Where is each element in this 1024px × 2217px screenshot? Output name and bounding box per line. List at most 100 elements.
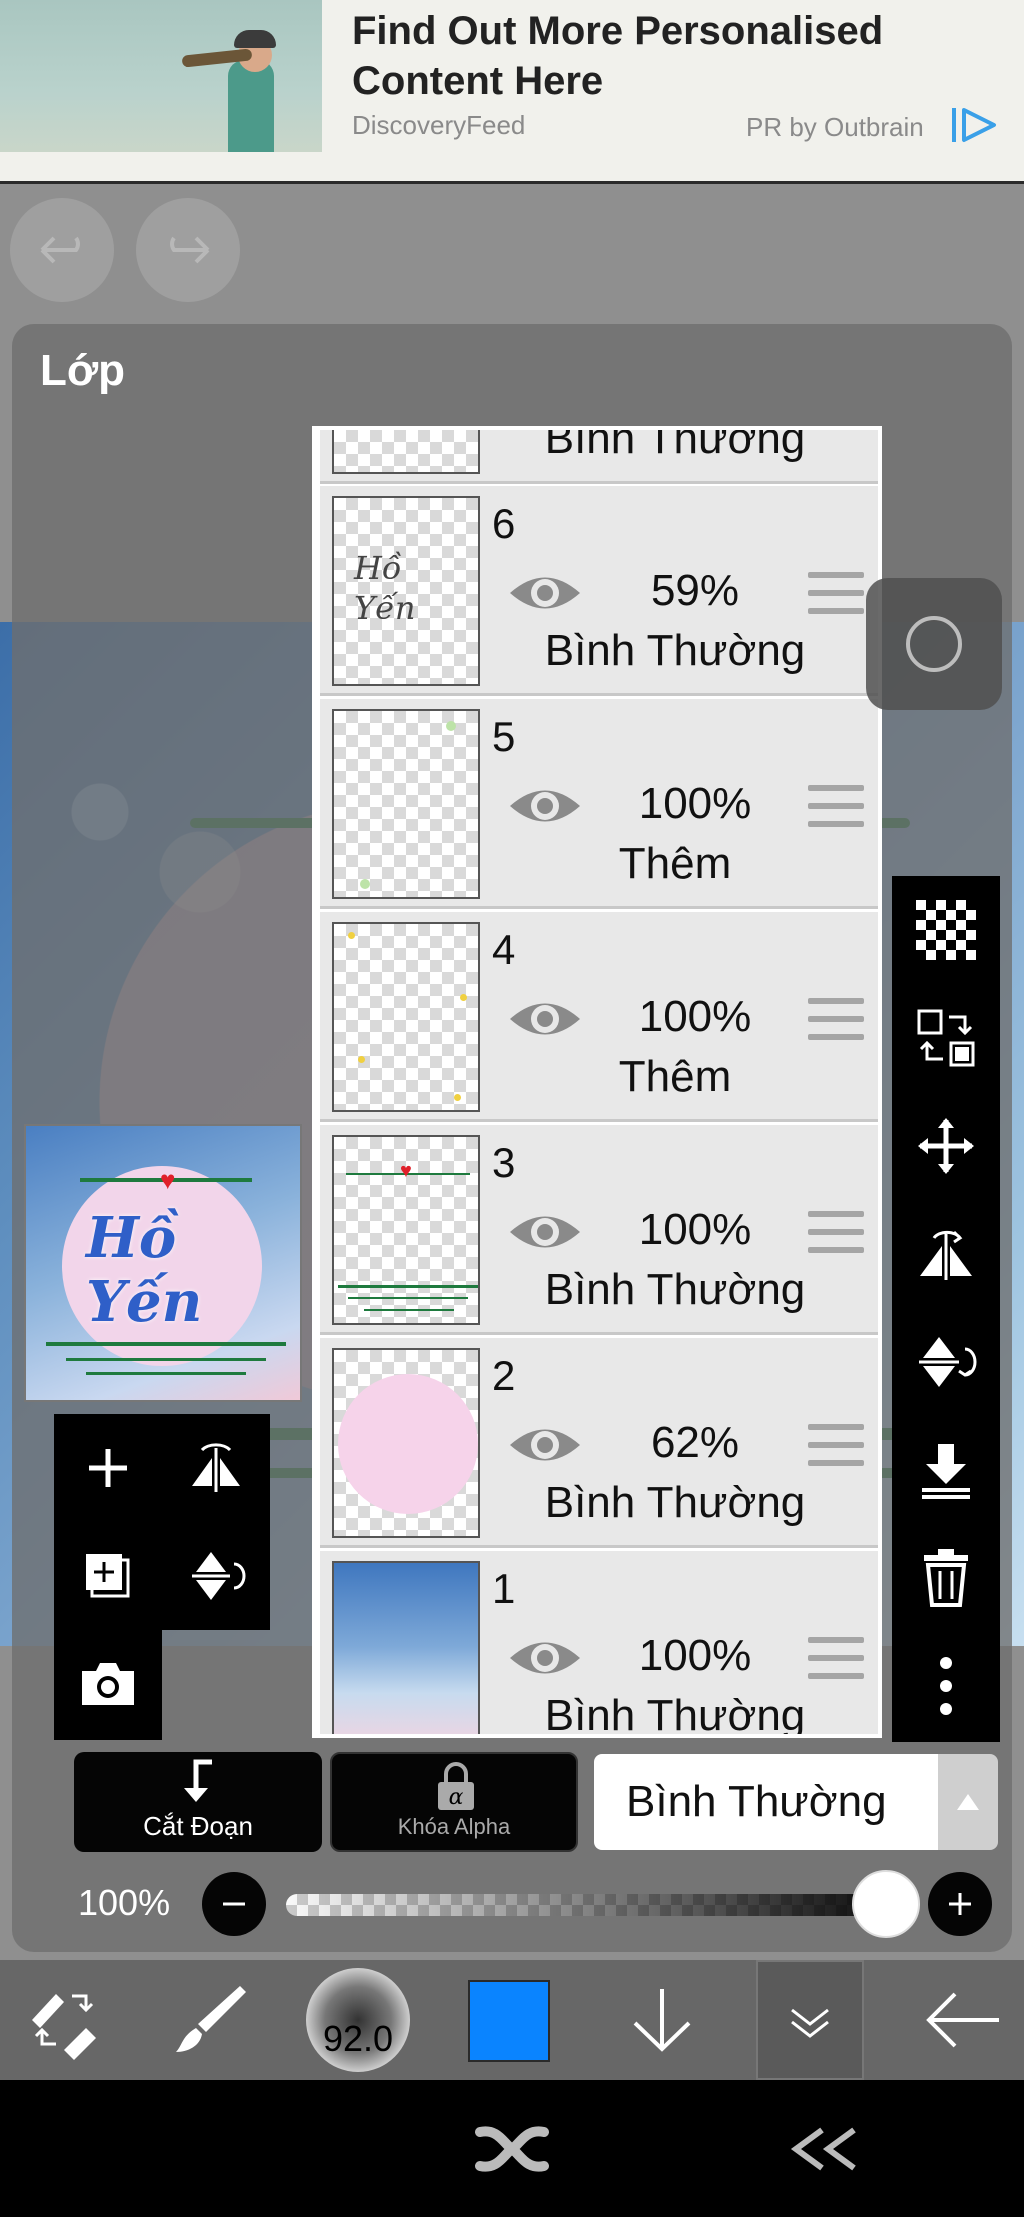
merge-down-icon — [922, 1444, 970, 1499]
back-button[interactable] — [908, 1960, 1018, 2080]
swap-layer-button[interactable] — [892, 984, 1000, 1092]
layer-thumbnail[interactable] — [332, 922, 480, 1112]
thumb-dot — [446, 721, 456, 731]
undo-button[interactable] — [10, 198, 114, 302]
camera-icon — [82, 1663, 134, 1705]
layer-blend-mode: Bình Thường — [544, 426, 806, 463]
eye-icon[interactable] — [506, 568, 584, 618]
double-chevron-left-icon[interactable] — [788, 2126, 860, 2172]
brush-icon — [176, 1986, 246, 2052]
circle-icon — [906, 616, 962, 672]
flip-layer-vertical-button[interactable] — [162, 1522, 270, 1630]
alpha-lock-button[interactable]: α Khóa Alpha — [330, 1752, 578, 1852]
brush-tool-button[interactable] — [160, 1960, 260, 2080]
move-down-button[interactable] — [612, 1960, 712, 2080]
arrow-down-icon — [633, 1989, 691, 2052]
layer-row-6[interactable]: Hồ Yến 6 59% Bình Thường — [320, 486, 878, 696]
layer-list[interactable]: Bình Thường Hồ Yến 6 59% Bình Thường 5 1… — [312, 426, 882, 1738]
outbrain-logo-icon[interactable] — [950, 104, 1000, 146]
transparency-button[interactable] — [892, 876, 1000, 984]
undo-icon — [40, 236, 80, 264]
eye-icon[interactable] — [506, 1633, 584, 1683]
layer-number: 4 — [492, 926, 516, 973]
layer-blend-mode: Bình Thường — [544, 1691, 806, 1738]
redo-button[interactable] — [136, 198, 240, 302]
duplicate-icon — [86, 1554, 130, 1598]
camera-import-button[interactable] — [54, 1630, 162, 1738]
eye-icon[interactable] — [506, 1420, 584, 1470]
preview-text: Hồ Yến — [86, 1205, 203, 1335]
ad-banner[interactable]: Find Out More Personalised Content Here … — [0, 0, 1024, 184]
drag-handle-icon[interactable] — [808, 1637, 864, 1679]
thumb-dot — [454, 1094, 461, 1101]
layer-row-5[interactable]: 5 100% Thêm — [320, 699, 878, 909]
close-x-icon[interactable] — [474, 2124, 550, 2174]
drag-handle-icon[interactable] — [808, 572, 864, 614]
layer-opacity: 62% — [650, 1418, 740, 1467]
opacity-increase-button[interactable] — [928, 1872, 992, 1936]
ad-sponsor[interactable]: PR by Outbrain — [746, 112, 924, 143]
layer-opacity: 100% — [638, 992, 752, 1041]
eye-icon[interactable] — [506, 1207, 584, 1257]
opacity-slider-track[interactable] — [286, 1894, 886, 1916]
ad-image[interactable] — [0, 0, 322, 152]
blend-mode-select[interactable]: Bình Thường — [594, 1754, 938, 1850]
layer-opacity: 100% — [638, 1205, 752, 1254]
floating-action-button[interactable] — [866, 578, 1002, 710]
drag-handle-icon[interactable] — [808, 998, 864, 1040]
thumb-dot — [360, 879, 370, 889]
layer-thumbnail[interactable]: ♥ — [332, 1135, 480, 1325]
plus-icon — [949, 1893, 971, 1915]
layer-row[interactable]: Bình Thường — [320, 426, 878, 484]
layer-opacity: 100% — [638, 1631, 752, 1680]
eye-icon[interactable] — [506, 781, 584, 831]
layer-row-1[interactable]: 1 100% Bình Thường — [320, 1551, 878, 1738]
layer-number: 6 — [492, 500, 516, 547]
flip-layer-horizontal-button[interactable] — [162, 1414, 270, 1522]
opacity-decrease-button[interactable] — [202, 1872, 266, 1936]
opacity-slider-knob[interactable] — [852, 1870, 920, 1938]
more-options-button[interactable] — [892, 1632, 1000, 1740]
layer-thumbnail[interactable] — [332, 430, 480, 474]
drag-handle-icon[interactable] — [808, 1211, 864, 1253]
flip-horizontal-button[interactable] — [892, 1200, 1000, 1308]
layer-row-4[interactable]: 4 100% Thêm — [320, 912, 878, 1122]
flip-vertical-icon — [192, 1552, 246, 1600]
flip-vertical-button[interactable] — [892, 1308, 1000, 1416]
layer-mini-toolbar — [54, 1414, 270, 1740]
layer-thumbnail[interactable] — [332, 1348, 480, 1538]
transform-tools-icon — [32, 1994, 96, 2060]
ad-title[interactable]: Find Out More Personalised Content Here — [352, 6, 992, 106]
layer-thumbnail[interactable] — [332, 1561, 480, 1734]
color-swatch-button[interactable] — [468, 1980, 550, 2062]
drag-handle-icon[interactable] — [808, 785, 864, 827]
minus-icon — [223, 1902, 245, 1906]
opacity-value: 100% — [78, 1882, 171, 1923]
swap-icon — [917, 1009, 975, 1067]
clipping-button[interactable]: Cắt Đoạn — [74, 1752, 322, 1852]
merge-down-button[interactable] — [892, 1416, 1000, 1524]
eye-icon[interactable] — [506, 994, 584, 1044]
clipping-arrow-icon — [184, 1759, 212, 1802]
drag-handle-icon[interactable] — [808, 1424, 864, 1466]
canvas-preview[interactable]: ♥ Hồ Yến — [24, 1124, 302, 1402]
move-layer-button[interactable] — [892, 1092, 1000, 1200]
layer-panel-toggle-button[interactable] — [756, 1960, 864, 2080]
add-layer-button[interactable] — [54, 1414, 162, 1522]
preview-line — [66, 1358, 266, 1361]
blend-mode-dropdown-button[interactable] — [938, 1754, 998, 1850]
thumb-dot — [460, 994, 467, 1001]
delete-layer-button[interactable] — [892, 1524, 1000, 1632]
layer-number: 1 — [492, 1565, 516, 1612]
layer-opacity: 100% — [638, 779, 752, 828]
layer-row-2[interactable]: 2 62% Bình Thường — [320, 1338, 878, 1548]
duplicate-layer-button[interactable] — [54, 1522, 162, 1630]
layer-thumbnail[interactable] — [332, 709, 480, 899]
tool-switch-button[interactable] — [14, 1960, 114, 2080]
thumb-circle — [338, 1374, 478, 1514]
flip-horizontal-icon — [192, 1443, 240, 1492]
ad-image-figure — [228, 60, 274, 152]
layer-opacity: 59% — [650, 566, 740, 615]
layer-row-3[interactable]: ♥ 3 100% Bình Thường — [320, 1125, 878, 1335]
layer-thumbnail[interactable]: Hồ Yến — [332, 496, 480, 686]
